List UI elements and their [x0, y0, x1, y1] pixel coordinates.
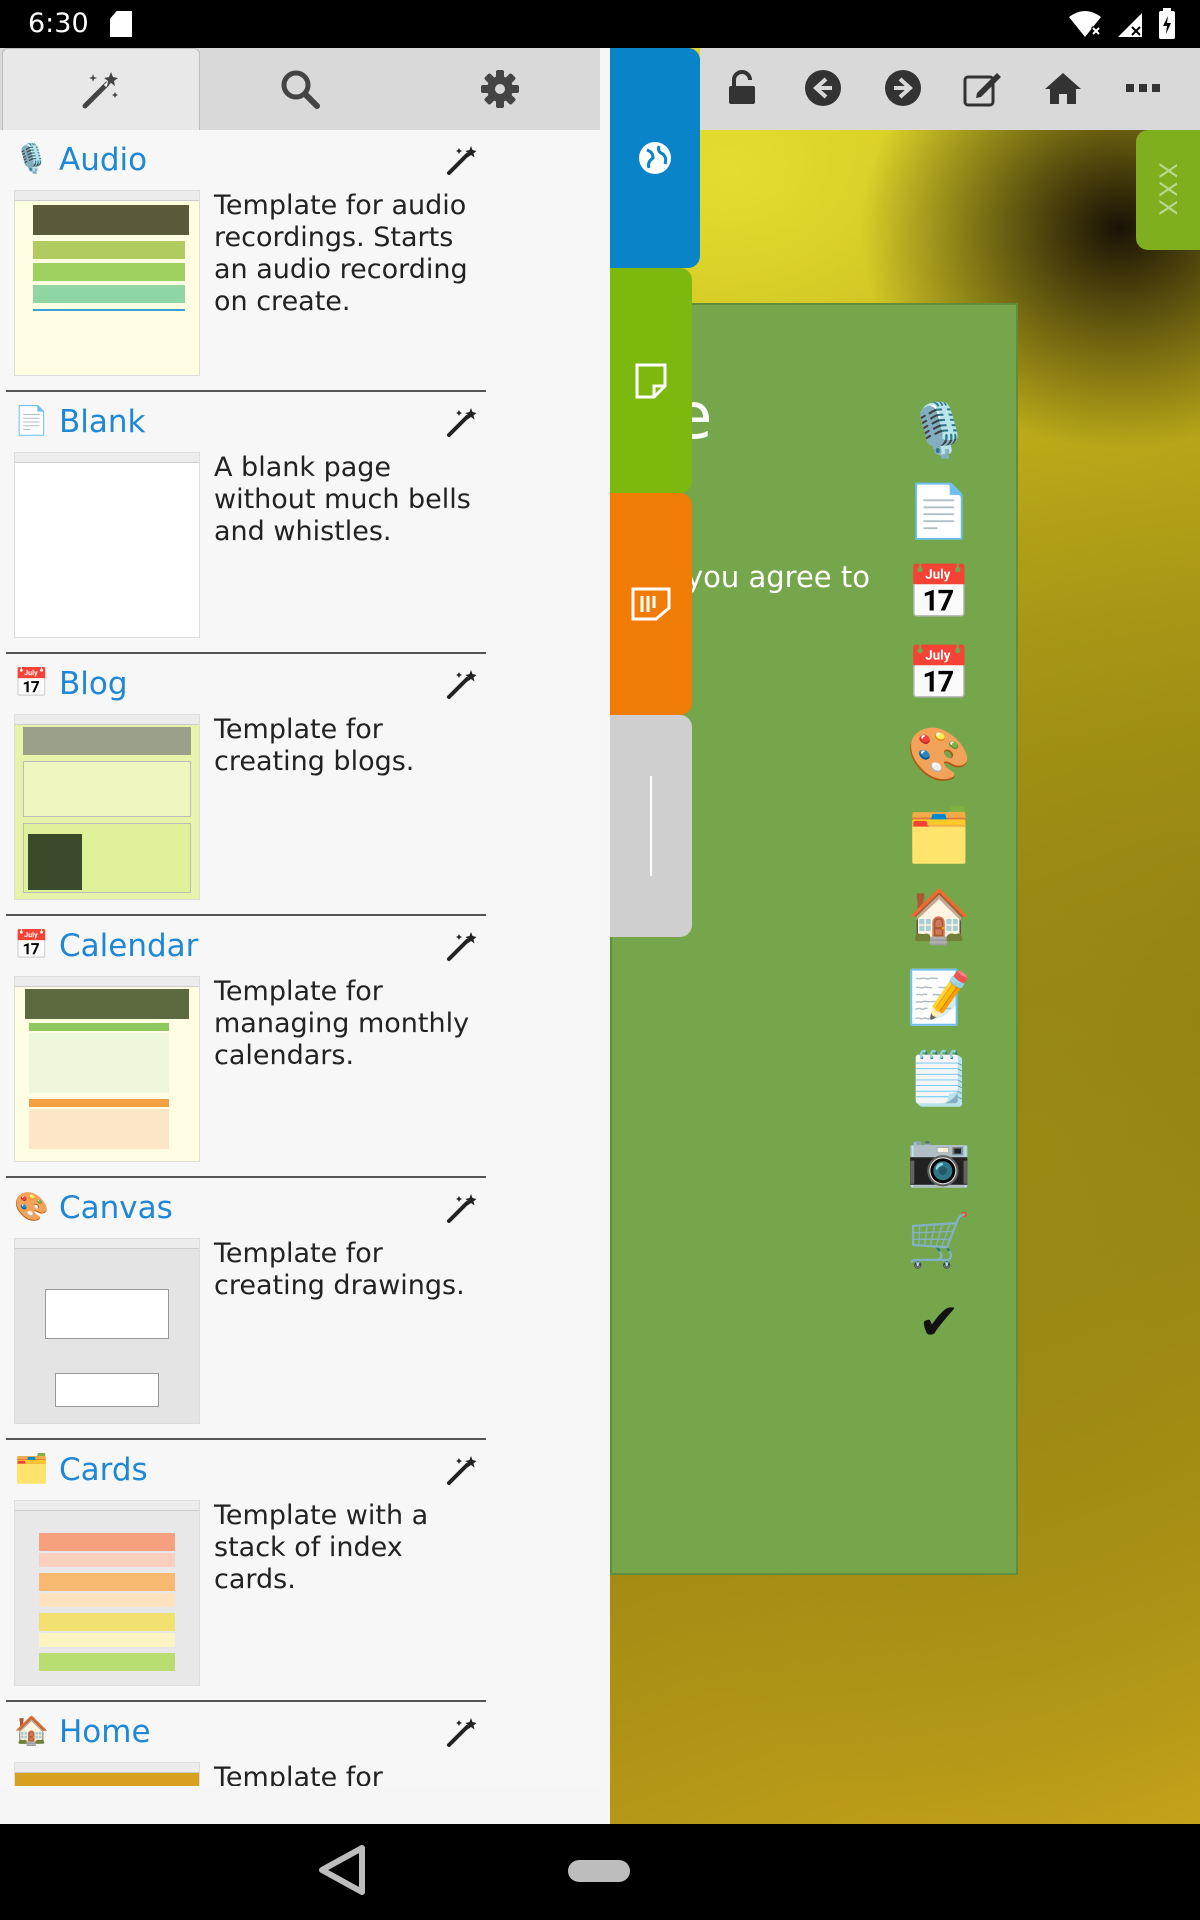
- edit-icon: [963, 73, 1001, 107]
- wand-icon: [82, 71, 118, 108]
- template-description: Template with a stack of index cards.: [214, 1500, 429, 1595]
- template-item-cards[interactable]: 🗂️ Cards Template with a stack of index …: [6, 1440, 486, 1702]
- navigation-bar: [0, 1824, 1200, 1920]
- globe-tab[interactable]: [610, 48, 700, 268]
- edit-button[interactable]: [961, 66, 1005, 110]
- template-item-canvas[interactable]: 🎨 Canvas Template for creating drawings.: [6, 1178, 486, 1440]
- folder-icon[interactable]: 🗂️: [907, 805, 972, 867]
- status-bar: 6:30: [0, 0, 1200, 48]
- create-wand-icon[interactable]: [446, 1454, 478, 1486]
- search-icon: [281, 70, 320, 109]
- notepad-icon[interactable]: 🗒️: [907, 1048, 972, 1110]
- template-list[interactable]: 🎙️ Audio Template for audio recordings. …: [0, 130, 600, 1786]
- top-toolbar: [700, 48, 1200, 130]
- camera-icon[interactable]: 📷: [907, 1129, 972, 1191]
- template-preview: [14, 1762, 200, 1786]
- back-button[interactable]: [801, 66, 845, 110]
- template-description: Template for creating drawings.: [214, 1238, 465, 1301]
- sticky-note-icon: [631, 587, 671, 621]
- back-nav-icon[interactable]: [316, 1842, 368, 1898]
- more-button[interactable]: [1121, 66, 1165, 110]
- templates-drawer: 🎙️ Audio Template for audio recordings. …: [0, 48, 610, 1872]
- right-side-tab-label: XXX: [1153, 162, 1182, 218]
- right-side-tab[interactable]: XXX: [1136, 130, 1200, 250]
- calendar-icon: 📅: [14, 666, 49, 699]
- template-description: Template for managing monthly calendars.: [214, 976, 470, 1071]
- battery-icon: [1159, 8, 1175, 39]
- forward-icon: [885, 70, 921, 106]
- pencil-note-icon[interactable]: 📝: [907, 967, 972, 1029]
- template-preview: [14, 1500, 200, 1686]
- template-item-audio[interactable]: 🎙️ Audio Template for audio recordings. …: [6, 130, 486, 392]
- cart-icon[interactable]: 🛒: [907, 1210, 972, 1272]
- house-icon: 🏠: [14, 1714, 49, 1747]
- template-title: Blog: [59, 666, 128, 702]
- note-tab[interactable]: [610, 268, 692, 493]
- template-preview: [14, 190, 200, 376]
- signal-icon: [1118, 13, 1142, 37]
- template-title: Blank: [59, 404, 146, 440]
- palette-icon: 🎨: [14, 1190, 49, 1223]
- blank-tab[interactable]: [610, 715, 692, 937]
- page-text-fragment: you agree to: [686, 560, 870, 594]
- create-wand-icon[interactable]: [446, 668, 478, 700]
- drawer-tab-bar: [0, 48, 600, 130]
- template-description: Template for home/index page.: [214, 1762, 383, 1786]
- microphone-icon: 🎙️: [14, 142, 49, 175]
- checkmark-icon[interactable]: ✔: [908, 1291, 970, 1353]
- create-wand-icon[interactable]: [446, 930, 478, 962]
- template-description: Template for audio recordings. Starts an…: [214, 190, 468, 317]
- note-icon: [635, 363, 667, 398]
- create-wand-icon[interactable]: [446, 144, 478, 176]
- template-preview: [14, 1238, 200, 1424]
- template-title: Canvas: [59, 1190, 173, 1226]
- create-wand-icon[interactable]: [446, 1192, 478, 1224]
- status-time: 6:30: [28, 8, 89, 39]
- template-description: Template for creating blogs.: [214, 714, 415, 777]
- template-preview: [14, 452, 200, 638]
- document-icon: 📄: [14, 404, 49, 437]
- template-item-calendar[interactable]: 📅 Calendar Template for managing monthly…: [6, 916, 486, 1178]
- gear-icon: [481, 70, 519, 108]
- tab-templates[interactable]: [2, 48, 200, 130]
- calendar-icon: 📅: [14, 928, 49, 961]
- template-title: Cards: [59, 1452, 148, 1488]
- template-icon-list: 🎙️ 📄 📅 📅 🎨 🗂️ 🏠 📝 🗒️ 📷 🛒 ✔: [907, 400, 972, 1372]
- tab-search[interactable]: [200, 48, 400, 130]
- microphone-icon[interactable]: 🎙️: [907, 400, 972, 462]
- template-item-home[interactable]: 🏠 Home Template for home/index page.: [6, 1702, 486, 1786]
- tab-settings[interactable]: [400, 48, 600, 130]
- sd-card-icon: [110, 11, 132, 37]
- template-item-blog[interactable]: 📅 Blog Template for creating blogs.: [6, 654, 486, 916]
- back-icon: [805, 70, 841, 106]
- document-icon[interactable]: 📄: [907, 481, 972, 543]
- template-preview: [14, 976, 200, 1162]
- sticky-note-tab[interactable]: [610, 493, 692, 715]
- tab-divider: [650, 776, 652, 876]
- calendar-icon[interactable]: 📅: [907, 562, 972, 624]
- forward-button[interactable]: [881, 66, 925, 110]
- template-title: Audio: [59, 142, 148, 178]
- more-icon: [1126, 84, 1160, 92]
- template-description: A blank page without much bells and whis…: [214, 452, 471, 547]
- wifi-off-icon: [1069, 11, 1102, 37]
- palette-icon[interactable]: 🎨: [907, 724, 972, 786]
- calendar-icon-2[interactable]: 📅: [907, 643, 972, 705]
- globe-icon: [639, 142, 671, 174]
- folder-icon: 🗂️: [14, 1452, 49, 1485]
- template-item-blank[interactable]: 📄 Blank A blank page without much bells …: [6, 392, 486, 654]
- unlock-icon: [729, 70, 755, 104]
- create-wand-icon[interactable]: [446, 1716, 478, 1748]
- create-wand-icon[interactable]: [446, 406, 478, 438]
- status-icons: [1068, 8, 1176, 40]
- template-title: Home: [59, 1714, 151, 1750]
- template-preview: [14, 714, 200, 900]
- house-icon[interactable]: 🏠: [907, 886, 972, 948]
- template-title: Calendar: [59, 928, 199, 964]
- unlock-button[interactable]: [720, 66, 764, 110]
- home-icon: [1045, 73, 1081, 104]
- home-nav-pill[interactable]: [568, 1860, 630, 1882]
- home-button[interactable]: [1041, 66, 1085, 110]
